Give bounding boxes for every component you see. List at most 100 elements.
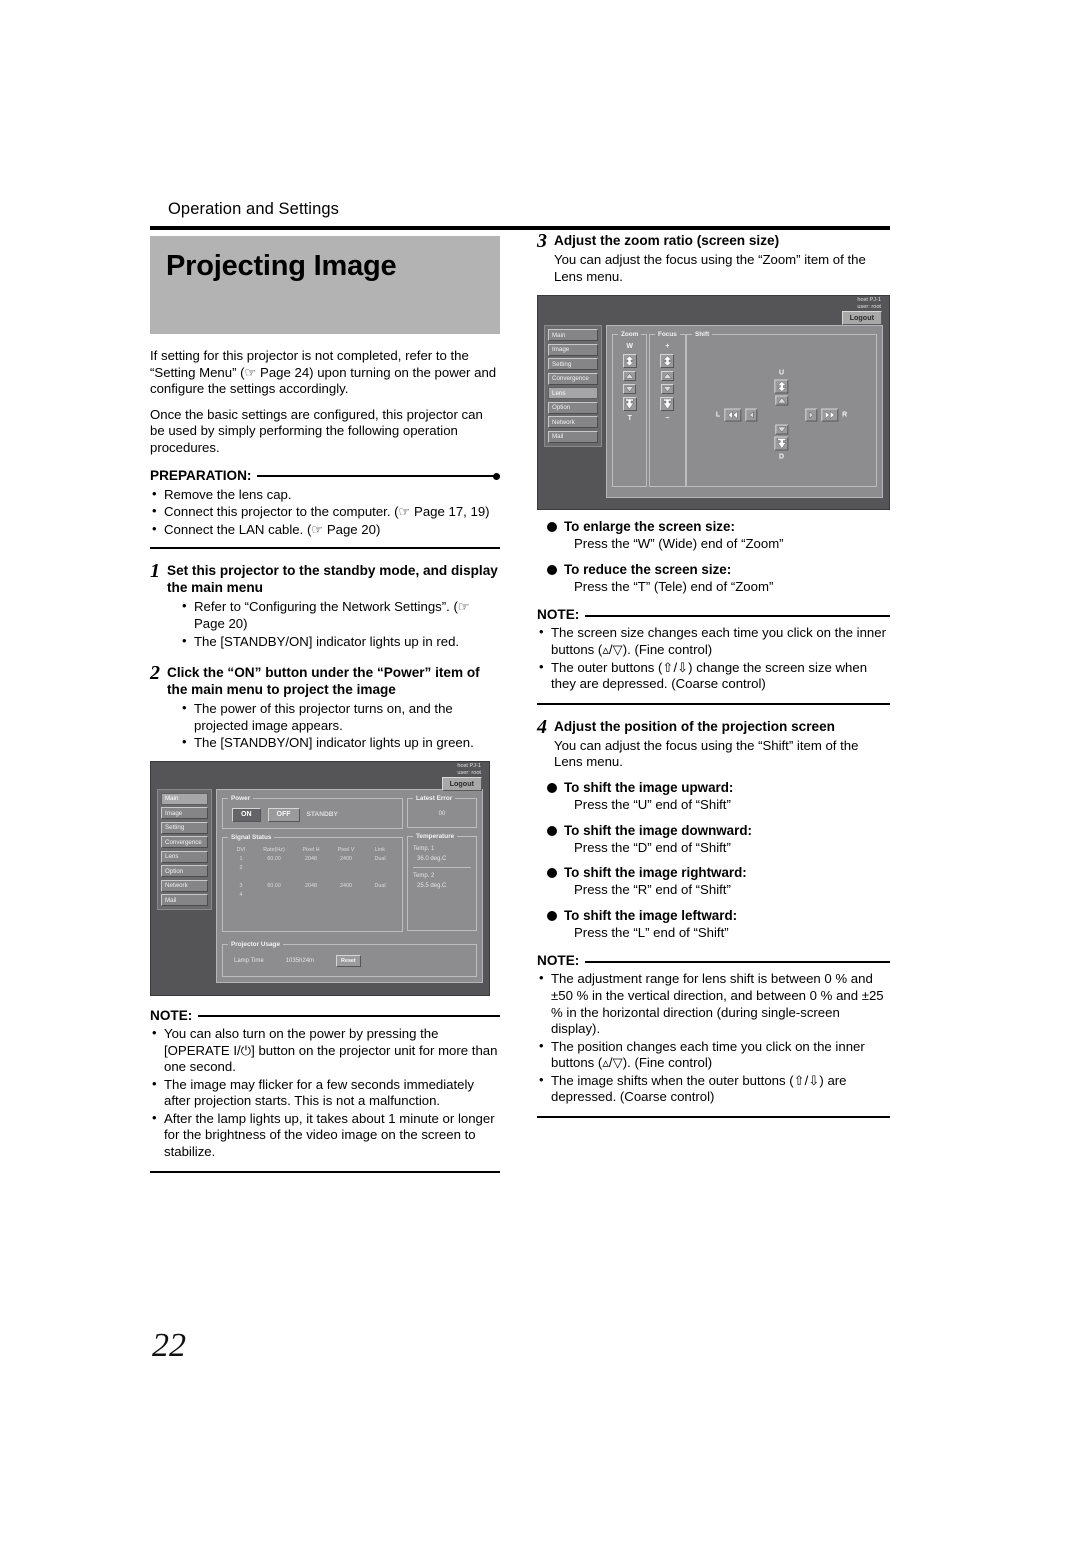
running-head: Operation and Settings [168, 200, 339, 218]
cell-pixelv: 2400 [340, 882, 352, 889]
sidebar-item-lens[interactable]: Lens [161, 850, 208, 863]
zoom-tele-fine-down-icon[interactable] [623, 384, 637, 395]
sidebar-item-mail[interactable]: Mail [548, 430, 598, 443]
list-item: Refer to “Configuring the Network Settin… [180, 598, 500, 632]
zoom-tele-coarse-down-icon[interactable] [622, 397, 637, 412]
table-row: 1 60.00 2048 2400 Dual [228, 855, 397, 864]
list-item: The position changes each time you click… [537, 1038, 890, 1072]
host-label: host PJ-1 [457, 762, 481, 769]
list-item: Remove the lens cap. [150, 486, 500, 504]
shift-legend: Shift [695, 331, 710, 339]
logout-button[interactable]: Logout [841, 311, 882, 326]
shift-right-subtext: Press the “R” end of “Shift” [574, 882, 731, 898]
step-2-number: 2 [150, 662, 160, 685]
signal-status-legend: Signal Status [231, 833, 272, 841]
shift-left-fine-icon[interactable] [745, 408, 758, 422]
shift-horizontal-row: L R [716, 408, 848, 422]
shift-right-coarse-icon[interactable] [821, 408, 839, 422]
sidebar-item-image[interactable]: Image [161, 807, 208, 820]
sidebar-item-image[interactable]: Image [548, 343, 598, 356]
sidebar-item-lens[interactable]: Lens [548, 387, 598, 400]
cell-pixelh: 2048 [305, 855, 317, 862]
focus-fine-down-icon[interactable] [660, 384, 674, 395]
lamp-time-value: 1035h24m [285, 957, 315, 964]
sidebar-item-option[interactable]: Option [161, 865, 208, 878]
cell-link [364, 864, 396, 882]
sidebar-item-setting[interactable]: Setting [161, 821, 208, 834]
preparation-label: PREPARATION: [150, 467, 252, 483]
document-page: Operation and Settings Projecting Image … [0, 0, 1080, 1548]
screenshot-body: Main Image Setting Convergence Lens Opti… [151, 788, 489, 989]
shift-left-subtext: Press the “L” end of “Shift” [574, 924, 729, 940]
sidebar-item-network[interactable]: Network [548, 416, 598, 429]
step-3-subtext: You can adjust the focus using the “Zoom… [554, 252, 866, 284]
cell-dvi: 4 [239, 891, 243, 898]
shift-down-stack: D [716, 424, 847, 462]
sidebar-item-main[interactable]: Main [548, 329, 598, 342]
shift-right-label: R [842, 411, 848, 419]
cell-dvi: 1 [239, 855, 243, 862]
sidebar-item-main[interactable]: Main [161, 792, 208, 805]
temp-1-value: 36.0 deg.C [417, 855, 447, 862]
shift-right-heading: To shift the image rightward: [547, 864, 890, 881]
step-1-number: 1 [150, 560, 160, 583]
step-3-number: 3 [537, 230, 547, 252]
header-rule [150, 226, 890, 230]
list-item: The image may flicker for a few seconds … [150, 1076, 500, 1110]
left-note-bottom-rule [150, 1170, 500, 1173]
sidebar-item-option[interactable]: Option [548, 401, 598, 414]
preparation-list: Remove the lens cap. Connect this projec… [150, 486, 500, 539]
sidebar-item-convergence[interactable]: Convergence [161, 836, 208, 849]
cell-link: Dual [374, 855, 386, 862]
focus-coarse-down-icon[interactable] [660, 397, 675, 412]
right-column: 3 Adjust the zoom ratio (screen size) Yo… [537, 230, 890, 1119]
list-item: The power of this projector turns on, an… [180, 700, 500, 734]
sidebar-item-network[interactable]: Network [161, 879, 208, 892]
sidebar-item-convergence[interactable]: Convergence [548, 372, 598, 385]
shift-down-fine-icon[interactable] [775, 424, 788, 435]
step-3: 3 Adjust the zoom ratio (screen size) Yo… [537, 230, 890, 285]
list-item: Connect the LAN cable. (☞ Page 20) [150, 521, 500, 539]
shift-down-label: D [778, 453, 785, 461]
temp-1-label: Temp. 1 [413, 845, 435, 852]
latest-error-group: Latest Error 00 [407, 794, 477, 828]
zoom-note-heading: NOTE: [537, 607, 890, 622]
focus-legend: Focus [658, 331, 677, 339]
zoom-note-bottom-rule [537, 702, 890, 705]
power-on-button[interactable]: ON [232, 807, 261, 822]
shift-down-coarse-icon[interactable] [774, 436, 789, 451]
step-4-subtext: You can adjust the focus using the “Shif… [554, 737, 859, 770]
col-header-pixelv: Pixel V [337, 846, 355, 853]
temp-2-label: Temp. 2 [413, 872, 435, 879]
col-header-dvi: DVI [236, 846, 246, 853]
reset-button[interactable]: Reset [336, 954, 361, 967]
zoom-group: Zoom W T [612, 331, 648, 488]
sidebar-nav-box: Main Image Setting Convergence Lens Opti… [544, 325, 602, 447]
power-off-button[interactable]: OFF [267, 807, 300, 822]
shift-up-fine-icon[interactable] [775, 395, 788, 406]
focus-fine-up-icon[interactable] [660, 371, 674, 382]
zoom-wide-coarse-up-icon[interactable] [622, 354, 637, 369]
shift-up-coarse-icon[interactable] [774, 379, 789, 394]
shift-left-coarse-icon[interactable] [724, 408, 742, 422]
note-label: NOTE: [150, 1007, 193, 1023]
logout-button[interactable]: Logout [441, 776, 482, 791]
page-title: Projecting Image [166, 250, 397, 282]
cell-link [364, 891, 396, 909]
sidebar-item-mail[interactable]: Mail [161, 894, 208, 907]
temp-2-value: 25.5 deg.C [417, 882, 447, 889]
focus-coarse-up-icon[interactable] [660, 354, 675, 369]
list-item: You can also turn on the power by pressi… [150, 1025, 500, 1076]
zoom-wide-label: W [626, 343, 633, 351]
step-4: 4 Adjust the position of the projection … [537, 715, 890, 771]
step-3-title: Adjust the zoom ratio (screen size) [554, 233, 780, 248]
shift-right-fine-icon[interactable] [805, 408, 818, 422]
sidebar-item-setting[interactable]: Setting [548, 358, 598, 371]
shift-note-bottom-rule [537, 1116, 890, 1119]
reduce-subtext: Press the “T” (Tele) end of “Zoom” [574, 578, 774, 594]
zoom-wide-fine-up-icon[interactable] [623, 371, 637, 382]
lens-control-columns: Zoom W T Focus + − Shift U L R D [612, 331, 877, 492]
host-label: host PJ-1 [857, 297, 881, 304]
step-4-number: 4 [537, 715, 547, 738]
main-menu-screenshot: host PJ-1 user: root Logout Main Image S… [150, 760, 490, 996]
